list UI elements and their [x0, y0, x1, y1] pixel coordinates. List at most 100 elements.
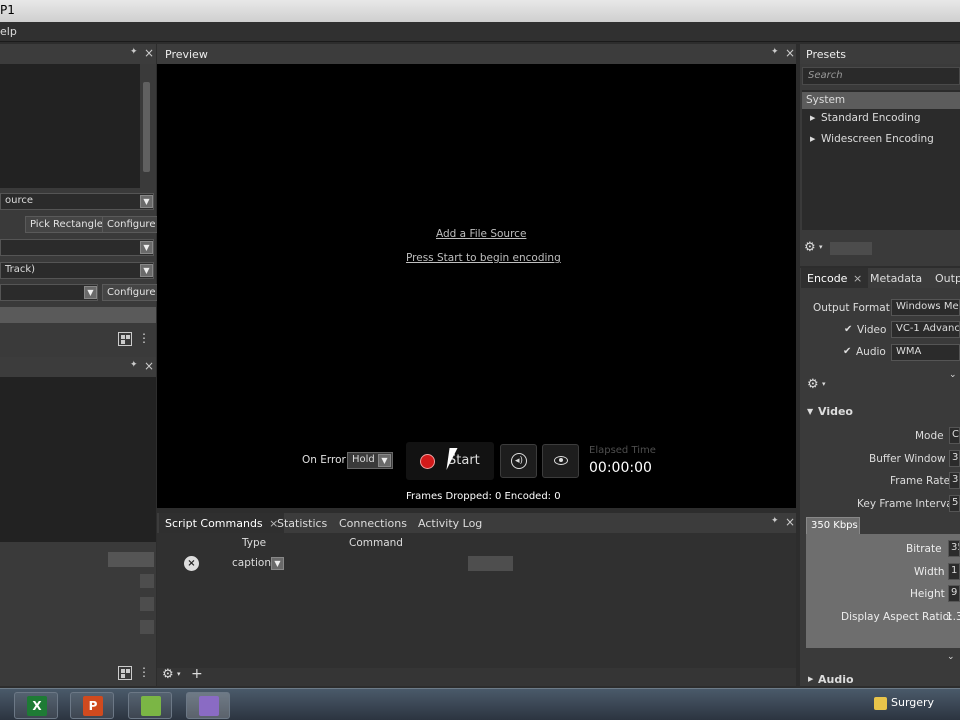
pin-icon[interactable]: ✦ — [130, 47, 138, 57]
chevron-down-icon[interactable]: ⌄ — [947, 652, 955, 662]
preset-widescreen-encoding[interactable]: Widescreen Encoding — [821, 133, 934, 145]
excel-icon: X — [27, 696, 47, 716]
menu-help[interactable]: elp — [0, 25, 17, 38]
chevron-down-icon[interactable]: ▼ — [140, 195, 153, 208]
encode-panel: Encode × Metadata Outp Output Format Win… — [800, 268, 960, 686]
pick-rectangle-button[interactable]: Pick Rectangle — [25, 216, 108, 233]
frame-rate-value: 30 — [952, 474, 959, 485]
preset-standard-encoding[interactable]: Standard Encoding — [821, 112, 921, 124]
preview-title: Preview — [165, 48, 208, 61]
tab-output[interactable]: Outp — [929, 268, 960, 288]
height-input[interactable]: 9 — [948, 585, 960, 602]
delete-row-icon[interactable]: × — [184, 556, 199, 571]
tab-label: Activity Log — [418, 517, 483, 530]
output-format-label: Output Format — [813, 302, 890, 314]
chevron-down-icon[interactable]: ▼ — [140, 264, 153, 277]
pin-icon[interactable]: ✦ — [771, 47, 779, 57]
menu-bar: elp — [0, 22, 960, 42]
taskbar-app[interactable] — [128, 692, 172, 719]
chevron-down-icon[interactable]: ⌄ — [949, 370, 957, 380]
chevron-down-icon[interactable]: ▼ — [84, 286, 97, 299]
close-icon[interactable]: × — [144, 46, 154, 60]
disabled-button — [468, 556, 513, 571]
video-checkbox[interactable]: ✔ — [844, 324, 852, 335]
bitrate-tab[interactable]: 350 Kbps — [806, 517, 860, 535]
track-select-label: Track) — [5, 264, 36, 275]
frame-rate-input[interactable]: 30 — [949, 472, 960, 489]
chevron-down-icon[interactable]: ▾ — [819, 243, 823, 251]
grid-icon[interactable] — [118, 666, 132, 680]
speaker-icon: ◂) — [511, 453, 527, 469]
gear-icon[interactable]: ⚙ — [162, 667, 174, 682]
grid-icon[interactable] — [118, 332, 132, 346]
taskbar-excel[interactable]: X — [14, 692, 58, 719]
close-icon[interactable]: × — [785, 46, 795, 60]
audio-codec-select[interactable]: WMA — [891, 344, 960, 361]
configure-button[interactable]: Configure — [102, 216, 161, 233]
pin-icon[interactable]: ✦ — [771, 516, 779, 526]
left-scrollbar[interactable] — [142, 66, 151, 188]
expand-icon[interactable]: ▶ — [808, 675, 813, 683]
taskbar-surgery-label[interactable]: Surgery — [891, 696, 934, 709]
more-icon[interactable]: ⋮ — [138, 331, 150, 345]
press-start-link[interactable]: Press Start to begin encoding — [406, 252, 561, 264]
bottom-panel: Script Commands × Statistics Connections… — [157, 513, 796, 686]
key-frame-interval-value: 5 — [952, 497, 959, 508]
tab-metadata[interactable]: Metadata — [864, 268, 928, 288]
mode-select[interactable]: C — [949, 427, 960, 444]
presets-search-input[interactable]: Search — [802, 67, 960, 85]
script-table: Type Command × caption ▼ — [157, 533, 796, 668]
chevron-down-icon[interactable]: ▾ — [177, 670, 181, 678]
presets-header: Presets — [800, 44, 960, 64]
presets-panel: Presets Search System ▶ Standard Encodin… — [800, 44, 960, 266]
video-codec-select[interactable]: VC-1 Advance — [891, 321, 960, 338]
width-label: Width — [914, 566, 945, 578]
preview-toggle-button[interactable] — [542, 444, 579, 478]
audio-checkbox[interactable]: ✔ — [843, 346, 851, 357]
pin-icon[interactable]: ✦ — [130, 360, 138, 370]
volume-button[interactable]: ◂) — [500, 444, 537, 478]
preset-group-system[interactable]: System — [802, 92, 960, 109]
chevron-down-icon[interactable]: ▼ — [271, 557, 284, 570]
expand-icon[interactable]: ▶ — [810, 135, 815, 143]
tab-script-commands[interactable]: Script Commands × — [159, 513, 285, 533]
source-select[interactable]: ource — [0, 193, 154, 210]
taskbar-powerpoint[interactable]: P — [70, 692, 114, 719]
expand-icon[interactable]: ▶ — [810, 114, 815, 122]
width-input[interactable]: 1 — [948, 563, 960, 580]
on-error-value: Hold — [352, 454, 375, 465]
add-file-source-link[interactable]: Add a File Source — [436, 228, 526, 240]
chevron-down-icon[interactable]: ▼ — [140, 241, 153, 254]
video-section-title[interactable]: Video — [818, 405, 853, 418]
device-select[interactable] — [0, 239, 154, 256]
collapse-icon[interactable]: ▼ — [807, 407, 813, 416]
close-icon[interactable]: × — [785, 515, 795, 529]
add-icon[interactable]: + — [191, 666, 203, 682]
tab-statistics[interactable]: Statistics — [271, 513, 333, 533]
preview-header: Preview ✦ × — [157, 44, 796, 64]
audio-section-title[interactable]: Audio — [818, 673, 854, 686]
frames-status: Frames Dropped: 0 Encoded: 0 — [406, 491, 561, 502]
eye-icon — [554, 456, 568, 465]
bitrate-input[interactable]: 35 — [948, 540, 960, 557]
tab-activity-log[interactable]: Activity Log — [412, 513, 488, 533]
gear-icon[interactable]: ⚙ — [804, 240, 816, 255]
chevron-down-icon[interactable]: ▾ — [822, 380, 826, 388]
configure-button-2[interactable]: Configure — [102, 284, 161, 301]
buffer-window-input[interactable]: 3 — [949, 450, 960, 467]
preview-area: Add a File Source Press Start to begin e… — [157, 64, 796, 508]
output-format-select[interactable]: Windows Me — [891, 299, 960, 316]
close-icon[interactable]: × — [144, 359, 154, 373]
key-frame-interval-input[interactable]: 5 — [949, 495, 960, 512]
close-icon[interactable]: × — [853, 272, 862, 285]
window-title: P1 — [0, 3, 15, 17]
more-icon[interactable]: ⋮ — [138, 665, 150, 679]
track-select[interactable]: Track) — [0, 262, 154, 279]
small-button — [140, 574, 154, 588]
presets-title: Presets — [806, 48, 847, 61]
chevron-down-icon[interactable]: ▼ — [378, 454, 391, 467]
taskbar-encoder[interactable] — [186, 692, 230, 719]
tab-connections[interactable]: Connections — [333, 513, 413, 533]
tab-encode[interactable]: Encode × — [801, 268, 869, 288]
gear-icon[interactable]: ⚙ — [807, 377, 819, 392]
